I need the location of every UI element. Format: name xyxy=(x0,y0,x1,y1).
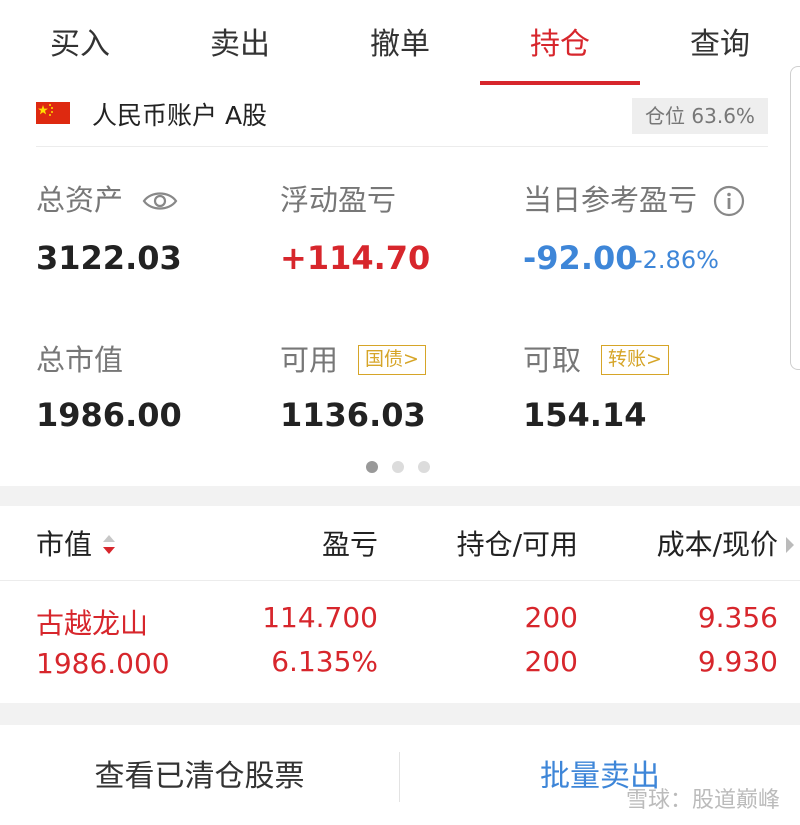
withdrawable-label: 可取 xyxy=(523,343,582,377)
stock-pnl-percent: 6.135% xyxy=(271,645,378,678)
account-name[interactable]: 人民币账户 A股 xyxy=(92,98,267,134)
stock-market-value: 1986.000 xyxy=(36,647,170,680)
page-dot[interactable] xyxy=(366,461,378,473)
daily-pnl-percent: -2.86% xyxy=(634,246,719,274)
stock-cost: 9.356 xyxy=(697,601,778,634)
chevron-right-icon[interactable] xyxy=(784,534,796,556)
china-flag-icon xyxy=(36,102,70,124)
column-cost-price: 成本/现价 xyxy=(656,528,778,561)
column-pnl: 盈亏 xyxy=(321,528,378,561)
scrollbar[interactable] xyxy=(790,66,800,370)
page-indicator xyxy=(366,461,430,473)
info-icon[interactable] xyxy=(712,184,746,218)
position-badge: 仓位 63.6% xyxy=(632,98,768,134)
daily-pnl-value: -92.00 xyxy=(523,239,638,277)
section-separator xyxy=(0,703,800,725)
transfer-button[interactable]: 转账> xyxy=(601,345,669,375)
tab-query[interactable]: 查询 xyxy=(640,0,800,85)
divider xyxy=(36,146,768,147)
tab-holdings[interactable]: 持仓 xyxy=(480,0,640,85)
market-value-label: 总市值 xyxy=(36,343,124,377)
stock-pnl: 114.700 xyxy=(262,601,378,634)
daily-pnl-label: 当日参考盈亏 xyxy=(523,183,698,217)
eye-icon[interactable] xyxy=(142,186,178,216)
watermark: 雪球：股道巅峰 xyxy=(625,788,780,813)
account-row: 人民币账户 A股 仓位 63.6% xyxy=(36,98,768,138)
available-label: 可用 xyxy=(280,343,339,377)
stock-price: 9.930 xyxy=(697,645,778,678)
stock-available: 200 xyxy=(524,645,578,678)
tab-bar: 买入 卖出 撤单 持仓 查询 xyxy=(0,0,800,85)
sort-icon[interactable] xyxy=(102,533,116,557)
page-dot[interactable] xyxy=(418,461,430,473)
tab-cancel-order[interactable]: 撤单 xyxy=(320,0,480,85)
treasury-bond-button[interactable]: 国债> xyxy=(358,345,426,375)
tab-buy[interactable]: 买入 xyxy=(0,0,160,85)
market-value-value: 1986.00 xyxy=(36,396,182,434)
floating-pnl-label: 浮动盈亏 xyxy=(280,183,397,217)
page-dot[interactable] xyxy=(392,461,404,473)
column-holdings: 持仓/可用 xyxy=(456,528,578,561)
view-cleared-stocks-button[interactable]: 查看已清仓股票 xyxy=(0,752,399,802)
tab-sell[interactable]: 卖出 xyxy=(160,0,320,85)
divider xyxy=(0,580,800,581)
floating-pnl-value: +114.70 xyxy=(280,239,431,277)
total-assets-value: 3122.03 xyxy=(36,239,182,277)
stock-holding: 200 xyxy=(524,601,578,634)
section-separator xyxy=(0,486,800,506)
column-market-value[interactable]: 市值 xyxy=(36,525,92,565)
withdrawable-value: 154.14 xyxy=(523,396,647,434)
available-value: 1136.03 xyxy=(280,396,426,434)
total-assets-label: 总资产 xyxy=(36,183,124,217)
stock-name: 古越龙山 xyxy=(36,607,149,640)
